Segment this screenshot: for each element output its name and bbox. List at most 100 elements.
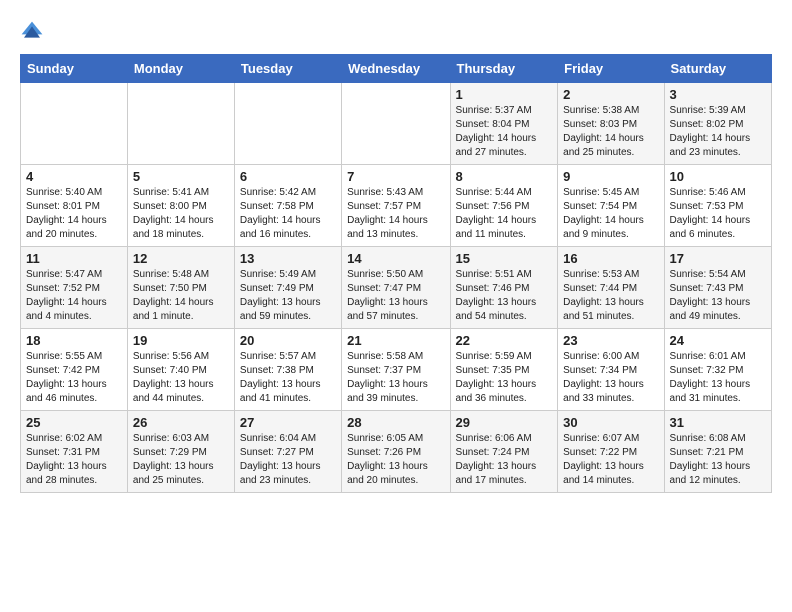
- day-info: Sunrise: 5:45 AM Sunset: 7:54 PM Dayligh…: [563, 186, 658, 242]
- logo: [20, 20, 48, 44]
- calendar-day-cell: 20 Sunrise: 5:57 AM Sunset: 7:38 PM Dayli…: [234, 329, 341, 411]
- day-number: 15: [456, 251, 553, 266]
- day-info: Sunrise: 5:44 AM Sunset: 7:56 PM Dayligh…: [456, 186, 553, 242]
- day-number: 5: [133, 169, 229, 184]
- day-of-week-header: Sunday: [21, 55, 128, 83]
- day-info: Sunrise: 5:57 AM Sunset: 7:38 PM Dayligh…: [240, 350, 336, 406]
- day-number: 12: [133, 251, 229, 266]
- day-info: Sunrise: 5:56 AM Sunset: 7:40 PM Dayligh…: [133, 350, 229, 406]
- day-number: 16: [563, 251, 658, 266]
- calendar-day-cell: [21, 83, 128, 165]
- calendar-day-cell: 11 Sunrise: 5:47 AM Sunset: 7:52 PM Dayli…: [21, 247, 128, 329]
- day-of-week-header: Friday: [558, 55, 664, 83]
- calendar-day-cell: [234, 83, 341, 165]
- calendar-day-cell: 16 Sunrise: 5:53 AM Sunset: 7:44 PM Dayli…: [558, 247, 664, 329]
- day-number: 31: [670, 415, 766, 430]
- day-info: Sunrise: 5:40 AM Sunset: 8:01 PM Dayligh…: [26, 186, 122, 242]
- calendar-day-cell: 28 Sunrise: 6:05 AM Sunset: 7:26 PM Dayli…: [342, 411, 450, 493]
- calendar-day-cell: 23 Sunrise: 6:00 AM Sunset: 7:34 PM Dayli…: [558, 329, 664, 411]
- day-info: Sunrise: 5:50 AM Sunset: 7:47 PM Dayligh…: [347, 268, 444, 324]
- day-info: Sunrise: 6:00 AM Sunset: 7:34 PM Dayligh…: [563, 350, 658, 406]
- day-number: 4: [26, 169, 122, 184]
- day-number: 18: [26, 333, 122, 348]
- day-of-week-header: Thursday: [450, 55, 558, 83]
- day-number: 13: [240, 251, 336, 266]
- day-number: 19: [133, 333, 229, 348]
- day-number: 11: [26, 251, 122, 266]
- calendar-day-cell: 8Sunrise: 5:44 AM Sunset: 7:56 PM Daylig…: [450, 165, 558, 247]
- day-info: Sunrise: 6:05 AM Sunset: 7:26 PM Dayligh…: [347, 432, 444, 488]
- calendar-day-cell: 5 Sunrise: 5:41 AM Sunset: 8:00 PM Daylig…: [127, 165, 234, 247]
- day-info: Sunrise: 5:58 AM Sunset: 7:37 PM Dayligh…: [347, 350, 444, 406]
- day-info: Sunrise: 5:42 AM Sunset: 7:58 PM Dayligh…: [240, 186, 336, 242]
- calendar-header-row: SundayMondayTuesdayWednesdayThursdayFrid…: [21, 55, 772, 83]
- calendar-day-cell: 9 Sunrise: 5:45 AM Sunset: 7:54 PM Daylig…: [558, 165, 664, 247]
- day-number: 3: [670, 87, 766, 102]
- calendar-day-cell: [127, 83, 234, 165]
- day-number: 6: [240, 169, 336, 184]
- day-number: 17: [670, 251, 766, 266]
- day-number: 9: [563, 169, 658, 184]
- day-number: 20: [240, 333, 336, 348]
- day-info: Sunrise: 5:53 AM Sunset: 7:44 PM Dayligh…: [563, 268, 658, 324]
- calendar-day-cell: 12 Sunrise: 5:48 AM Sunset: 7:50 PM Dayli…: [127, 247, 234, 329]
- calendar-week-row: 11 Sunrise: 5:47 AM Sunset: 7:52 PM Dayli…: [21, 247, 772, 329]
- logo-icon: [20, 20, 44, 44]
- calendar-day-cell: 1Sunrise: 5:37 AM Sunset: 8:04 PM Daylig…: [450, 83, 558, 165]
- day-info: Sunrise: 5:38 AM Sunset: 8:03 PM Dayligh…: [563, 104, 658, 160]
- day-info: Sunrise: 6:07 AM Sunset: 7:22 PM Dayligh…: [563, 432, 658, 488]
- day-info: Sunrise: 6:04 AM Sunset: 7:27 PM Dayligh…: [240, 432, 336, 488]
- day-of-week-header: Wednesday: [342, 55, 450, 83]
- calendar-table: SundayMondayTuesdayWednesdayThursdayFrid…: [20, 54, 772, 493]
- page-header: [20, 20, 772, 44]
- day-number: 10: [670, 169, 766, 184]
- day-number: 28: [347, 415, 444, 430]
- day-info: Sunrise: 5:55 AM Sunset: 7:42 PM Dayligh…: [26, 350, 122, 406]
- day-info: Sunrise: 5:48 AM Sunset: 7:50 PM Dayligh…: [133, 268, 229, 324]
- day-number: 25: [26, 415, 122, 430]
- day-info: Sunrise: 5:37 AM Sunset: 8:04 PM Dayligh…: [456, 104, 553, 160]
- calendar-day-cell: 6 Sunrise: 5:42 AM Sunset: 7:58 PM Daylig…: [234, 165, 341, 247]
- day-info: Sunrise: 6:06 AM Sunset: 7:24 PM Dayligh…: [456, 432, 553, 488]
- calendar-day-cell: 29 Sunrise: 6:06 AM Sunset: 7:24 PM Dayli…: [450, 411, 558, 493]
- day-number: 7: [347, 169, 444, 184]
- day-info: Sunrise: 5:46 AM Sunset: 7:53 PM Dayligh…: [670, 186, 766, 242]
- day-info: Sunrise: 5:43 AM Sunset: 7:57 PM Dayligh…: [347, 186, 444, 242]
- day-number: 26: [133, 415, 229, 430]
- calendar-day-cell: 7 Sunrise: 5:43 AM Sunset: 7:57 PM Daylig…: [342, 165, 450, 247]
- calendar-day-cell: 17Sunrise: 5:54 AM Sunset: 7:43 PM Dayli…: [664, 247, 771, 329]
- day-info: Sunrise: 6:02 AM Sunset: 7:31 PM Dayligh…: [26, 432, 122, 488]
- day-info: Sunrise: 5:41 AM Sunset: 8:00 PM Dayligh…: [133, 186, 229, 242]
- calendar-day-cell: 27 Sunrise: 6:04 AM Sunset: 7:27 PM Dayli…: [234, 411, 341, 493]
- day-info: Sunrise: 5:47 AM Sunset: 7:52 PM Dayligh…: [26, 268, 122, 324]
- calendar-day-cell: 26 Sunrise: 6:03 AM Sunset: 7:29 PM Dayli…: [127, 411, 234, 493]
- calendar-day-cell: 21Sunrise: 5:58 AM Sunset: 7:37 PM Dayli…: [342, 329, 450, 411]
- day-info: Sunrise: 6:03 AM Sunset: 7:29 PM Dayligh…: [133, 432, 229, 488]
- calendar-day-cell: 13 Sunrise: 5:49 AM Sunset: 7:49 PM Dayli…: [234, 247, 341, 329]
- calendar-day-cell: 19 Sunrise: 5:56 AM Sunset: 7:40 PM Dayli…: [127, 329, 234, 411]
- calendar-week-row: 18 Sunrise: 5:55 AM Sunset: 7:42 PM Dayli…: [21, 329, 772, 411]
- day-info: Sunrise: 5:49 AM Sunset: 7:49 PM Dayligh…: [240, 268, 336, 324]
- calendar-day-cell: 30 Sunrise: 6:07 AM Sunset: 7:22 PM Dayli…: [558, 411, 664, 493]
- day-number: 23: [563, 333, 658, 348]
- calendar-day-cell: 18 Sunrise: 5:55 AM Sunset: 7:42 PM Dayli…: [21, 329, 128, 411]
- day-number: 29: [456, 415, 553, 430]
- day-number: 24: [670, 333, 766, 348]
- day-info: Sunrise: 5:59 AM Sunset: 7:35 PM Dayligh…: [456, 350, 553, 406]
- day-number: 30: [563, 415, 658, 430]
- day-info: Sunrise: 5:51 AM Sunset: 7:46 PM Dayligh…: [456, 268, 553, 324]
- calendar-day-cell: 31 Sunrise: 6:08 AM Sunset: 7:21 PM Dayli…: [664, 411, 771, 493]
- calendar-day-cell: 24 Sunrise: 6:01 AM Sunset: 7:32 PM Dayli…: [664, 329, 771, 411]
- calendar-day-cell: 15 Sunrise: 5:51 AM Sunset: 7:46 PM Dayli…: [450, 247, 558, 329]
- calendar-day-cell: 4 Sunrise: 5:40 AM Sunset: 8:01 PM Daylig…: [21, 165, 128, 247]
- calendar-week-row: 4 Sunrise: 5:40 AM Sunset: 8:01 PM Daylig…: [21, 165, 772, 247]
- calendar-day-cell: 22 Sunrise: 5:59 AM Sunset: 7:35 PM Dayli…: [450, 329, 558, 411]
- day-info: Sunrise: 6:01 AM Sunset: 7:32 PM Dayligh…: [670, 350, 766, 406]
- day-number: 2: [563, 87, 658, 102]
- day-number: 22: [456, 333, 553, 348]
- calendar-day-cell: 3Sunrise: 5:39 AM Sunset: 8:02 PM Daylig…: [664, 83, 771, 165]
- day-info: Sunrise: 6:08 AM Sunset: 7:21 PM Dayligh…: [670, 432, 766, 488]
- day-number: 27: [240, 415, 336, 430]
- calendar-day-cell: 2 Sunrise: 5:38 AM Sunset: 8:03 PM Daylig…: [558, 83, 664, 165]
- day-of-week-header: Saturday: [664, 55, 771, 83]
